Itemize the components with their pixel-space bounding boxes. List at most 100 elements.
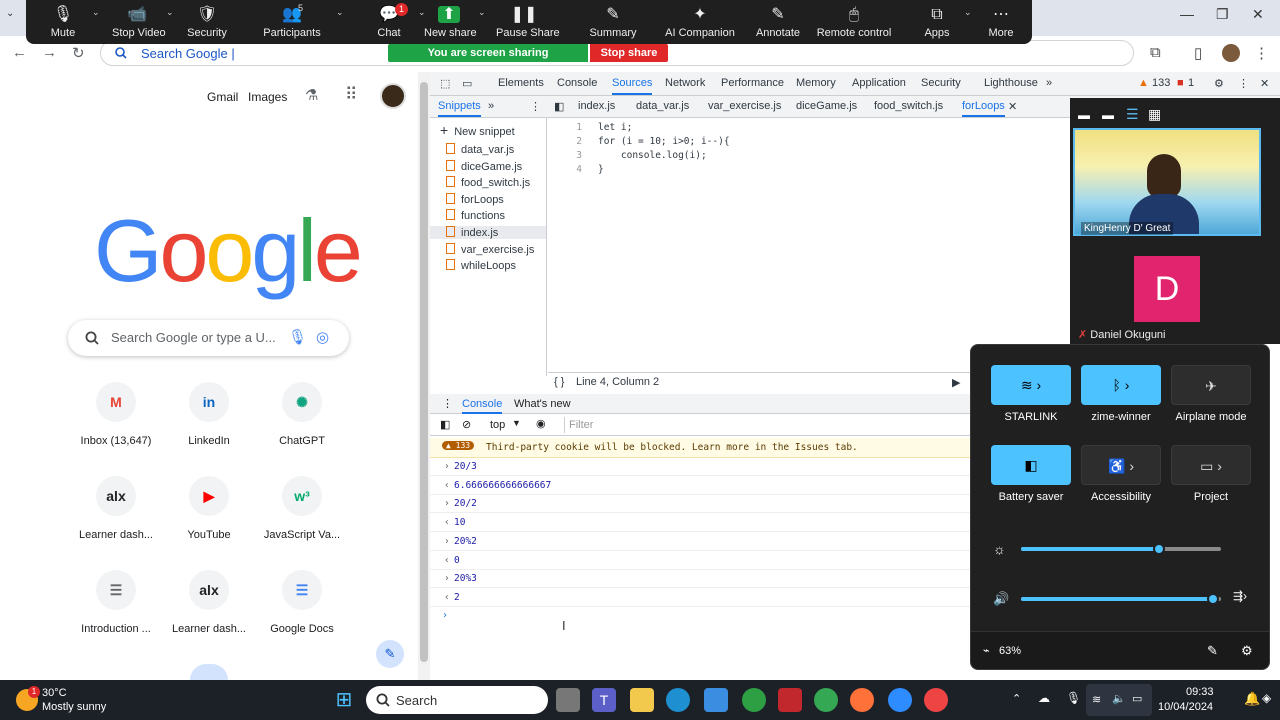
editor-tab[interactable]: food_switch.js <box>874 100 943 112</box>
devtools-tab-sources[interactable]: Sources <box>612 77 653 95</box>
profile-avatar[interactable] <box>1222 44 1240 62</box>
chrome-profile-icon[interactable] <box>924 688 948 712</box>
whats-new-tab[interactable]: What's new <box>514 398 571 410</box>
show-hidden-icons-chevron-icon[interactable]: ⌃ <box>1012 692 1021 705</box>
new-snippet-button[interactable]: + New snippet <box>440 122 515 138</box>
zoom-summary-button[interactable]: ✎ Summary <box>578 0 648 44</box>
devtools-tab-application[interactable]: Application <box>852 77 906 89</box>
shortcut-tile[interactable]: alx Learner dash... <box>159 570 259 635</box>
chrome-canary-icon[interactable] <box>742 688 766 712</box>
snippet-file[interactable]: functions <box>446 209 505 222</box>
edge-icon[interactable] <box>666 688 690 712</box>
forward-icon[interactable]: → <box>42 44 57 61</box>
pretty-print-icon[interactable]: { } <box>554 376 564 388</box>
gallery-view-icon[interactable]: ▦ <box>1148 106 1161 123</box>
zoom-icon[interactable] <box>888 688 912 712</box>
notification-bell-icon[interactable]: 🔔 <box>1244 691 1260 707</box>
brightness-slider[interactable] <box>1021 543 1221 555</box>
shortcut-tile[interactable]: alx Learner dash... <box>66 476 166 541</box>
chevron-down-icon[interactable]: ⌄ <box>478 7 486 18</box>
stop-share-button[interactable]: Stop share <box>590 44 668 62</box>
battery-percent[interactable]: 63% <box>999 645 1021 657</box>
console-filter-input[interactable]: Filter <box>564 417 964 433</box>
maximize-icon[interactable]: ❐ <box>1216 6 1229 23</box>
code-line[interactable]: console.log(i); <box>598 150 707 161</box>
shortcut-tile[interactable]: ☰ Introduction ... <box>66 570 166 635</box>
chrome-icon[interactable] <box>814 688 838 712</box>
zoom-mute-button[interactable]: 🎙 Mute <box>38 0 88 44</box>
network-volume-battery-tray[interactable]: ≋ 🔈 ▭ <box>1086 684 1152 716</box>
devtools-tab-memory[interactable]: Memory <box>796 77 836 89</box>
back-icon[interactable]: ← <box>12 44 27 61</box>
chevron-down-icon[interactable]: ⌄ <box>92 7 100 18</box>
weather-description[interactable]: Mostly sunny <box>42 701 106 713</box>
console-sidebar-icon[interactable]: ◧ <box>440 418 450 431</box>
snippet-file[interactable]: index.js <box>430 226 546 239</box>
shortcut-tile[interactable]: in LinkedIn <box>159 382 259 447</box>
zoom-new-share-button[interactable]: ⬆ New share <box>424 0 477 44</box>
project-icon[interactable]: ▭ › <box>1171 445 1251 485</box>
clear-console-icon[interactable]: ⊘ <box>462 418 471 431</box>
devtools-tab-network[interactable]: Network <box>665 77 705 89</box>
context-selector[interactable]: top <box>490 419 505 431</box>
console-drawer-tab[interactable]: Console <box>462 398 503 414</box>
chevron-down-icon[interactable]: ⌄ <box>336 7 344 18</box>
store-icon[interactable] <box>704 688 728 712</box>
page-scrollbar[interactable] <box>418 72 430 680</box>
code-line[interactable]: let i; <box>598 122 632 133</box>
bluetooth-icon[interactable]: ᛒ › <box>1081 365 1161 405</box>
minimize-icon[interactable]: — <box>1180 6 1194 22</box>
drawer-menu-icon[interactable]: ⋮ <box>442 397 453 410</box>
file-explorer-icon[interactable] <box>630 688 654 712</box>
single-view-icon[interactable]: ▬ <box>1102 108 1114 122</box>
close-devtools-icon[interactable]: ✕ <box>1260 77 1269 90</box>
close-icon[interactable]: ✕ <box>1252 6 1264 23</box>
google-search-box[interactable]: Search Google or type a U... 🎙 ◎ <box>68 320 349 356</box>
more-tabs-chevron-icon[interactable]: » <box>1046 77 1052 89</box>
clock-date[interactable]: 10/04/2024 <box>1158 701 1213 713</box>
volume-slider[interactable] <box>1021 593 1221 605</box>
code-line[interactable]: } <box>598 164 604 175</box>
voice-search-icon[interactable]: 🎙 <box>288 328 307 346</box>
shortcut-tile[interactable]: M Inbox (13,647) <box>66 382 166 447</box>
add-shortcut-button[interactable] <box>190 664 228 680</box>
customize-pencil-icon[interactable]: ✎ <box>376 640 404 668</box>
context-dropdown-icon[interactable]: ▼ <box>512 418 521 428</box>
devtools-tab-performance[interactable]: Performance <box>721 77 784 89</box>
error-count[interactable]: 1 <box>1188 77 1194 89</box>
zoom-stop-video-button[interactable]: 📹 Stop Video <box>112 0 166 44</box>
account-avatar[interactable] <box>380 83 406 109</box>
zoom-participants-button[interactable]: 👥 Participants 5 <box>256 0 328 44</box>
reload-icon[interactable]: ↻ <box>72 44 85 62</box>
windows-start-icon[interactable]: ⊞ <box>332 688 356 712</box>
zoom-ai-companion-button[interactable]: ✦ AI Companion <box>660 0 740 44</box>
accessibility-icon[interactable]: ♿ › <box>1081 445 1161 485</box>
device-toolbar-icon[interactable]: ▭ <box>462 77 472 90</box>
devtools-menu-icon[interactable]: ⋮ <box>1238 77 1249 90</box>
extensions-icon[interactable]: ⧉ <box>1150 44 1161 61</box>
airplane-icon[interactable]: ✈ <box>1171 365 1251 405</box>
onedrive-cloud-icon[interactable]: ☁ <box>1038 691 1050 705</box>
gmail-link[interactable]: Gmail <box>207 90 238 104</box>
devtools-tab-security[interactable]: Security <box>921 77 961 89</box>
zoom-chat-button[interactable]: 💬 Chat 1 <box>364 0 414 44</box>
devtools-tab-console[interactable]: Console <box>557 77 597 89</box>
images-link[interactable]: Images <box>248 90 287 104</box>
zoom-apps-button[interactable]: ⧉ Apps <box>914 0 960 44</box>
settings-gear-icon[interactable]: ⚙ <box>1214 77 1224 90</box>
zoom-annotate-button[interactable]: ✎ Annotate <box>748 0 808 44</box>
taskbar-search[interactable]: Search <box>366 686 548 714</box>
tab-search-chevron-icon[interactable]: ⌄ <box>6 8 14 19</box>
browser-menu-icon[interactable]: ⋮ <box>1254 44 1269 62</box>
scrollbar-thumb[interactable] <box>420 82 428 662</box>
editor-tab[interactable]: data_var.js <box>636 100 689 112</box>
snippet-file[interactable]: data_var.js <box>446 143 514 156</box>
settings-gear-icon[interactable]: ⚙ <box>1241 643 1253 659</box>
live-expression-eye-icon[interactable]: ◉ <box>536 417 546 430</box>
console-prompt[interactable]: › <box>442 610 448 621</box>
shortcut-tile[interactable]: ✺ ChatGPT <box>252 382 352 447</box>
wifi-icon[interactable]: ≋ › <box>991 365 1071 405</box>
run-snippet-icon[interactable]: ▶ <box>952 376 960 389</box>
editor-tab[interactable]: var_exercise.js <box>708 100 781 112</box>
weather-temp[interactable]: 30°C <box>42 687 67 699</box>
